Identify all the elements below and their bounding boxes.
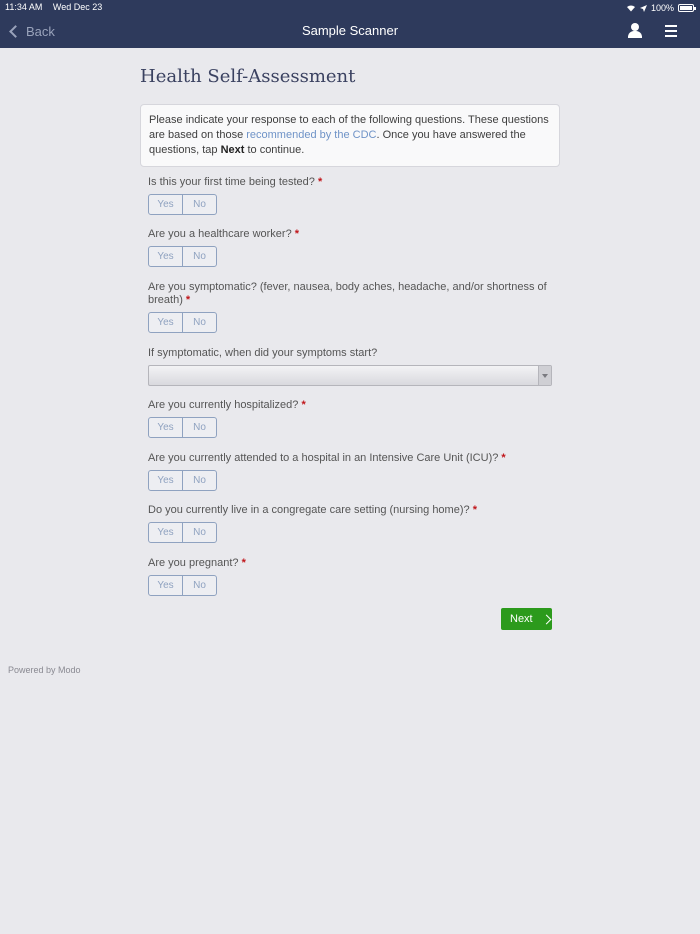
next-button[interactable]: Next bbox=[501, 608, 552, 630]
question-label: Do you currently live in a congregate ca… bbox=[148, 504, 470, 516]
question-label: Are you pregnant? bbox=[148, 557, 239, 569]
dropdown-arrow-icon[interactable] bbox=[538, 366, 551, 385]
yes-no-toggle: Yes No bbox=[148, 575, 217, 596]
required-marker: * bbox=[185, 294, 191, 306]
yes-button[interactable]: Yes bbox=[149, 195, 182, 214]
intro-text-end: to continue. bbox=[244, 144, 305, 156]
person-icon[interactable] bbox=[628, 23, 642, 38]
question-symptomatic: Are you symptomatic? (fever, nausea, bod… bbox=[148, 281, 553, 333]
yes-no-toggle: Yes No bbox=[148, 246, 217, 267]
required-marker: * bbox=[472, 504, 477, 516]
no-button[interactable]: No bbox=[182, 195, 216, 214]
no-button[interactable]: No bbox=[182, 247, 216, 266]
main-content: Health Self-Assessment Please indicate y… bbox=[140, 60, 560, 167]
required-marker: * bbox=[317, 176, 323, 188]
intro-next-bold: Next bbox=[220, 144, 245, 156]
page-title: Health Self-Assessment bbox=[140, 66, 356, 87]
next-label: Next bbox=[510, 613, 533, 625]
no-button[interactable]: No bbox=[182, 576, 216, 595]
yes-button[interactable]: Yes bbox=[149, 313, 182, 332]
hamburger-menu-icon[interactable] bbox=[665, 25, 677, 37]
question-symptom-start: If symptomatic, when did your symptoms s… bbox=[148, 347, 558, 386]
yes-button[interactable]: Yes bbox=[149, 247, 182, 266]
top-bar: 11:34 AM Wed Dec 23 100% Back Sample Sca… bbox=[0, 0, 700, 48]
yes-no-toggle: Yes No bbox=[148, 312, 217, 333]
yes-no-toggle: Yes No bbox=[148, 470, 217, 491]
question-first-time-tested: Is this your first time being tested? * … bbox=[148, 176, 558, 215]
battery-percent: 100% bbox=[650, 3, 674, 13]
question-pregnant: Are you pregnant? * Yes No bbox=[148, 557, 558, 596]
cdc-link[interactable]: recommended by the CDC bbox=[246, 129, 376, 141]
required-marker: * bbox=[501, 452, 506, 464]
question-label: If symptomatic, when did your symptoms s… bbox=[148, 347, 378, 359]
yes-button[interactable]: Yes bbox=[149, 576, 182, 595]
location-arrow-icon bbox=[639, 4, 647, 12]
no-button[interactable]: No bbox=[182, 313, 216, 332]
no-button[interactable]: No bbox=[182, 523, 216, 542]
chevron-right-icon bbox=[541, 614, 552, 624]
status-time: 11:34 AM bbox=[5, 2, 43, 12]
required-marker: * bbox=[294, 228, 300, 240]
nav-title: Sample Scanner bbox=[301, 23, 399, 38]
question-healthcare-worker: Are you a healthcare worker? * Yes No bbox=[148, 228, 558, 267]
question-congregate-care: Do you currently live in a congregate ca… bbox=[148, 504, 558, 543]
question-label: Are you currently hospitalized? bbox=[148, 399, 299, 411]
battery-icon bbox=[678, 4, 696, 12]
status-date: Wed Dec 23 bbox=[52, 2, 103, 12]
yes-no-toggle: Yes No bbox=[148, 194, 217, 215]
powered-by-footer: Powered by Modo bbox=[8, 665, 81, 675]
intro-box: Please indicate your response to each of… bbox=[140, 104, 560, 167]
no-button[interactable]: No bbox=[182, 418, 216, 437]
status-bar: 11:34 AM Wed Dec 23 100% bbox=[5, 2, 696, 14]
yes-button[interactable]: Yes bbox=[149, 418, 182, 437]
question-label: Are you currently attended to a hospital… bbox=[148, 452, 499, 464]
required-marker: * bbox=[301, 399, 306, 411]
question-label: Are you symptomatic? (fever, nausea, bod… bbox=[148, 281, 547, 306]
yes-button[interactable]: Yes bbox=[149, 523, 182, 542]
yes-no-toggle: Yes No bbox=[148, 522, 217, 543]
no-button[interactable]: No bbox=[182, 471, 216, 490]
symptom-start-select[interactable] bbox=[148, 365, 552, 386]
question-icu: Are you currently attended to a hospital… bbox=[148, 452, 558, 491]
question-label: Is this your first time being tested? bbox=[148, 176, 315, 188]
yes-button[interactable]: Yes bbox=[149, 471, 182, 490]
required-marker: * bbox=[241, 557, 246, 569]
question-label: Are you a healthcare worker? bbox=[148, 228, 292, 240]
question-hospitalized: Are you currently hospitalized? * Yes No bbox=[148, 399, 558, 438]
wifi-icon bbox=[626, 5, 635, 12]
yes-no-toggle: Yes No bbox=[148, 417, 217, 438]
